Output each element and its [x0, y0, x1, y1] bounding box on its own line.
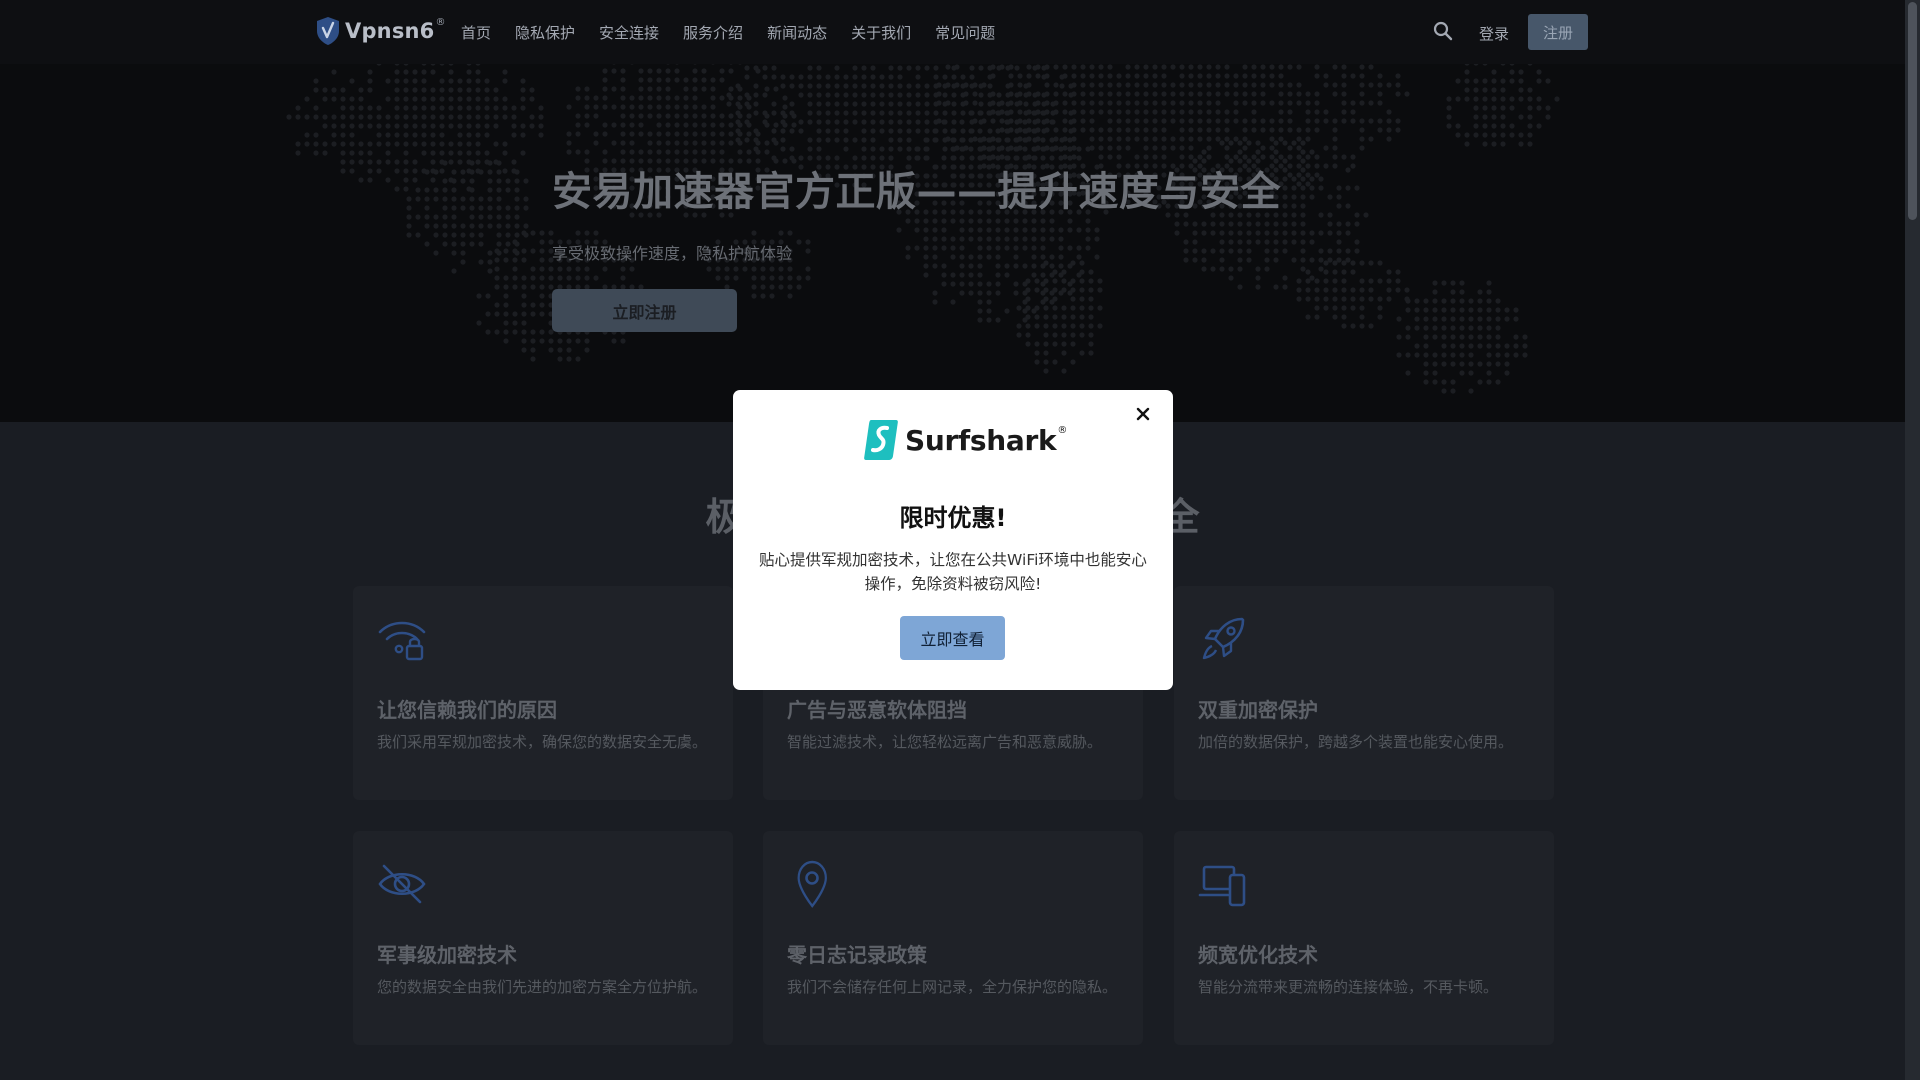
brand-name: Vpnsn6	[345, 19, 435, 43]
feature-card: 频宽优化技术 智能分流带来更流畅的连接体验，不再卡顿。	[1174, 831, 1554, 1045]
signup-button[interactable]: 注册	[1528, 14, 1588, 50]
feature-card-title: 广告与恶意软体阻挡	[787, 698, 967, 722]
surfshark-brand-name: Surfshark	[905, 423, 1057, 457]
nav-item-faq[interactable]: 常见问题	[935, 22, 995, 43]
modal-description: 贴心提供军规加密技术，让您在公共WiFi环境中也能安心操作，免除资料被窃风险!	[759, 551, 1147, 593]
feature-card-description: 我们不会储存任何上网记录，全力保护您的隐私。	[787, 978, 1118, 996]
devices-icon	[1198, 865, 1246, 907]
hero-title: 安易加速器官方正版——提升速度与安全	[552, 169, 1281, 215]
top-navigation-bar: Vpnsn6 ® 首页 隐私保护 安全连接 服务介绍 新闻动态 关于我们 常见问…	[0, 0, 1905, 64]
modal-title: 限时优惠!	[899, 504, 1007, 532]
feature-card-title: 军事级加密技术	[377, 943, 517, 967]
main-nav: 首页 隐私保护 安全连接 服务介绍 新闻动态 关于我们 常见问题	[461, 22, 1019, 43]
rocket-icon	[1202, 617, 1245, 660]
hero-register-button[interactable]: 立即注册	[552, 289, 737, 332]
nav-item-secure-connection[interactable]: 安全连接	[599, 22, 659, 43]
feature-card: 让您信赖我们的原因 我们采用军规加密技术，确保您的数据安全无虞。	[353, 586, 733, 800]
feature-card-title: 双重加密保护	[1198, 698, 1318, 722]
page: Vpnsn6 ® 首页 隐私保护 安全连接 服务介绍 新闻动态 关于我们 常见问…	[0, 0, 1920, 1080]
feature-card: 零日志记录政策 我们不会储存任何上网记录，全力保护您的隐私。	[763, 831, 1143, 1045]
nav-item-home[interactable]: 首页	[461, 22, 491, 43]
feature-card-title: 零日志记录政策	[787, 943, 927, 967]
scrollbar-thumb[interactable]	[1908, 2, 1917, 220]
brand-logo[interactable]: Vpnsn6 ®	[316, 16, 446, 46]
world-map-dots	[286, 64, 1560, 394]
surfshark-registered-mark: ®	[1057, 424, 1068, 436]
nav-item-about[interactable]: 关于我们	[851, 22, 911, 43]
feature-card-description: 智能过滤技术，让您轻松远离广告和恶意威胁。	[787, 733, 1103, 751]
feature-card-title: 让您信赖我们的原因	[377, 698, 557, 722]
eye-off-icon	[378, 864, 426, 904]
close-icon[interactable]	[1134, 405, 1152, 423]
nav-item-services[interactable]: 服务介绍	[683, 22, 743, 43]
location-pin-icon	[797, 860, 827, 908]
brand-registered-mark: ®	[435, 16, 446, 28]
hero-section: 安易加速器官方正版——提升速度与安全 享受极致操作速度，隐私护航体验 立即注册	[0, 64, 1905, 422]
feature-card-description: 加倍的数据保护，跨越多个装置也能安心使用。	[1198, 733, 1514, 751]
feature-card-description: 您的数据安全由我们先进的加密方案全方位护航。	[377, 978, 708, 996]
surfshark-logo: Surfshark ®	[863, 418, 1067, 462]
vpn-shield-logo-icon	[317, 17, 339, 45]
surfshark-mark-icon	[864, 420, 898, 460]
search-icon[interactable]	[1432, 20, 1454, 42]
hero-subtitle: 享受极致操作速度，隐私护航体验	[552, 244, 793, 263]
feature-card-description: 我们采用军规加密技术，确保您的数据安全无虞。	[377, 733, 708, 751]
feature-card: 双重加密保护 加倍的数据保护，跨越多个装置也能安心使用。	[1174, 586, 1554, 800]
feature-card-title: 频宽优化技术	[1198, 943, 1318, 967]
nav-item-privacy[interactable]: 隐私保护	[515, 22, 575, 43]
nav-item-news[interactable]: 新闻动态	[767, 22, 827, 43]
feature-card: 军事级加密技术 您的数据安全由我们先进的加密方案全方位护航。	[353, 831, 733, 1045]
view-offer-button[interactable]: 立即查看	[900, 616, 1005, 660]
feature-card-description: 智能分流带来更流畅的连接体验，不再卡顿。	[1198, 978, 1499, 996]
login-link[interactable]: 登录	[1479, 23, 1509, 44]
page-scrollbar[interactable]	[1905, 0, 1920, 1080]
wifi-lock-icon	[378, 621, 426, 661]
promo-modal: Surfshark ® 限时优惠! 贴心提供军规加密技术，让您在公共WiFi环境…	[733, 390, 1173, 690]
